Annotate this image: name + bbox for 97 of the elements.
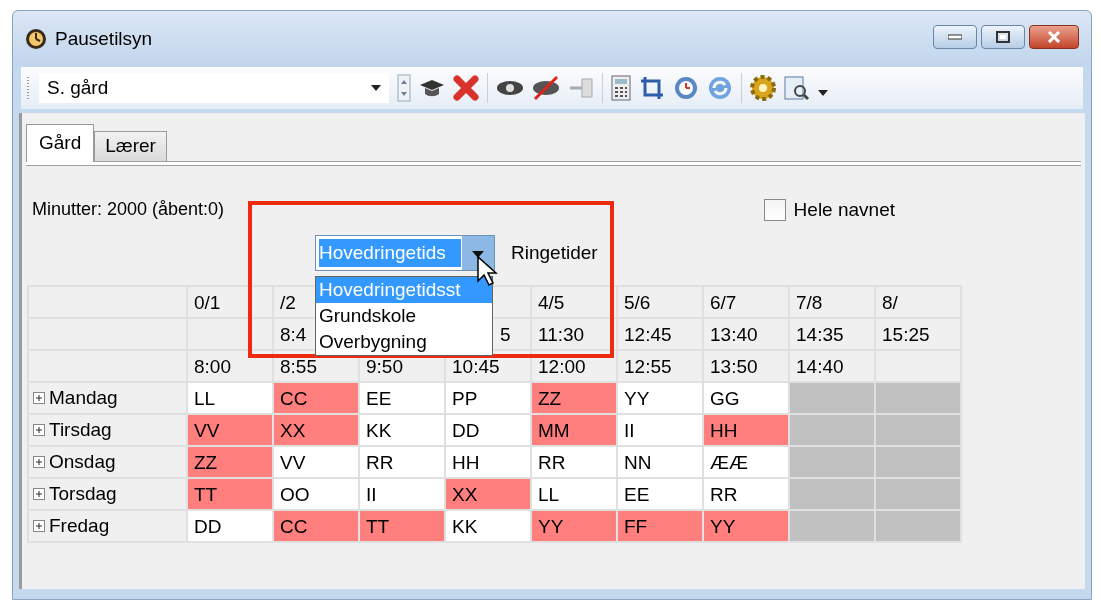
column-header: 13:40 <box>710 323 758 345</box>
close-button[interactable] <box>1029 25 1079 49</box>
column-header: /2 <box>280 291 296 313</box>
table-cell: DD <box>187 510 273 542</box>
table-cell: HH <box>703 414 789 446</box>
column-header: 11:30 <box>538 323 585 345</box>
expand-icon[interactable] <box>33 456 45 468</box>
eye-icon[interactable] <box>496 79 524 97</box>
dropdown-option[interactable]: Overbygning <box>316 329 492 355</box>
table-cell: CC <box>273 382 359 414</box>
gear-icon[interactable] <box>750 75 776 101</box>
table-cell: NN <box>617 446 703 478</box>
minimize-icon <box>948 34 962 40</box>
column-header: 12:00 <box>538 355 586 377</box>
table-cell: RR <box>359 446 445 478</box>
table-cell: RR <box>703 478 789 510</box>
table-cell: CC <box>273 510 359 542</box>
column-header: 8/ <box>882 291 898 313</box>
clock-icon <box>25 28 47 50</box>
column-header: 6/7 <box>710 291 737 313</box>
tab[interactable]: Lærer <box>94 131 167 161</box>
refresh-icon[interactable] <box>707 75 733 101</box>
table-cell: ZZ <box>531 382 617 414</box>
expand-icon[interactable] <box>33 392 45 404</box>
graduation-cap-icon[interactable] <box>419 77 445 99</box>
table-cell: ZZ <box>187 446 273 478</box>
table-cell: KK <box>359 414 445 446</box>
expand-icon[interactable] <box>33 520 45 532</box>
table-cell: FF <box>617 510 703 542</box>
table-cell: MM <box>531 414 617 446</box>
calculator-icon[interactable] <box>611 75 631 101</box>
table-cell: EE <box>359 382 445 414</box>
table-cell: PP <box>445 382 531 414</box>
column-header: 14:35 <box>796 323 844 345</box>
table-cell: YY <box>703 510 789 542</box>
table-cell: OO <box>273 478 359 510</box>
table-cell: TT <box>187 478 273 510</box>
column-header: 12:55 <box>624 355 672 377</box>
tab[interactable]: Gård <box>26 124 95 162</box>
table-cell: LL <box>187 382 273 414</box>
spinner-icon[interactable] <box>397 74 411 102</box>
maximize-button[interactable] <box>981 25 1025 49</box>
dropdown-arrow-icon[interactable] <box>818 90 828 96</box>
column-header: 0/1 <box>194 291 221 313</box>
column-header: 4/5 <box>538 291 565 313</box>
minutes-label: Minutter: 2000 (åbent:0) <box>32 198 225 221</box>
full-name-checkbox[interactable]: Hele navnet <box>763 196 895 225</box>
table-cell: ÆÆ <box>703 446 789 478</box>
column-header: 14:40 <box>796 355 844 377</box>
maximize-icon <box>996 31 1010 43</box>
table-cell: TT <box>359 510 445 542</box>
table-cell: II <box>359 478 445 510</box>
day-label: Fredag <box>49 514 110 536</box>
table-cell: DD <box>445 414 531 446</box>
dropdown-arrow-icon <box>371 85 381 91</box>
table-cell: II <box>617 414 703 446</box>
column-header: 5/6 <box>624 291 651 313</box>
report-icon[interactable] <box>784 75 810 101</box>
delete-icon[interactable] <box>453 75 479 101</box>
column-header: 12:45 <box>624 323 672 345</box>
crop-icon[interactable] <box>639 75 665 101</box>
expand-icon[interactable] <box>33 424 45 436</box>
dropdown-option[interactable]: Grundskole <box>316 303 492 329</box>
window-title: Pausetilsyn <box>55 26 153 51</box>
clock-icon[interactable] <box>673 75 699 101</box>
table-cell: EE <box>617 478 703 510</box>
table-cell: RR <box>531 446 617 478</box>
column-header: 8:55 <box>280 355 317 377</box>
day-label: Onsdag <box>49 450 116 472</box>
column-header: 8:4 <box>280 323 307 345</box>
column-header: 13:50 <box>710 355 758 377</box>
table-cell: YY <box>617 382 703 414</box>
column-header: 5 <box>500 323 511 345</box>
day-label: Torsdag <box>49 482 117 504</box>
hidden-eye-icon[interactable] <box>532 75 560 101</box>
table-cell: GG <box>703 382 789 414</box>
school-selector[interactable]: S. gård <box>39 73 389 103</box>
expand-icon[interactable] <box>33 488 45 500</box>
table-cell: HH <box>445 446 531 478</box>
table-cell: KK <box>445 510 531 542</box>
column-header: 9:50 <box>366 355 403 377</box>
column-header: 15:25 <box>882 323 930 345</box>
close-icon <box>1047 31 1061 43</box>
column-header: 10:45 <box>452 355 500 377</box>
grip-icon <box>27 75 31 101</box>
table-cell: XX <box>273 414 359 446</box>
column-header: 7/8 <box>796 291 823 313</box>
table-cell: LL <box>531 478 617 510</box>
day-label: Tirsdag <box>49 418 112 440</box>
column-header: 8:00 <box>194 355 231 377</box>
table-cell: XX <box>445 478 531 510</box>
table-cell: YY <box>531 510 617 542</box>
bell-schedule-label: Ringetider <box>511 240 598 265</box>
minimize-button[interactable] <box>933 25 977 49</box>
table-cell: VV <box>273 446 359 478</box>
day-label: Mandag <box>49 386 118 408</box>
table-cell: VV <box>187 414 273 446</box>
